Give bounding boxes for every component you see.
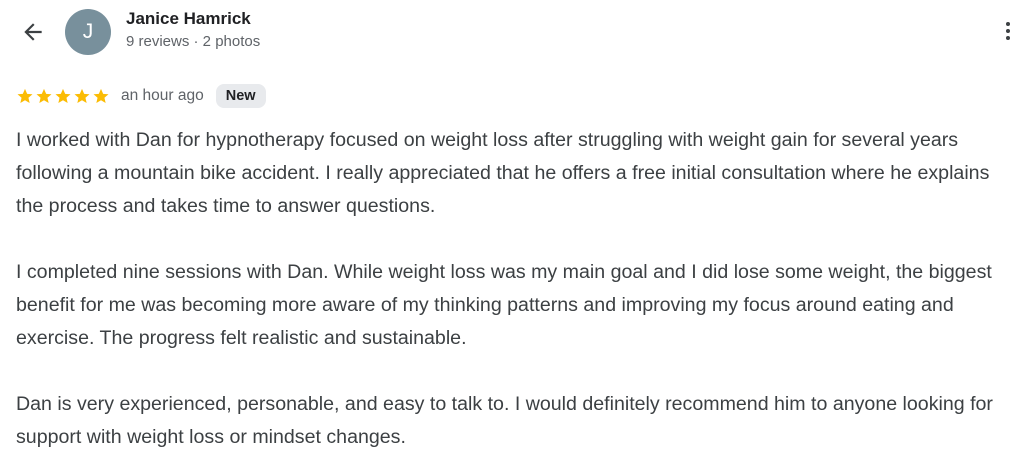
review-detail-page: J Janice Hamrick 9 reviews · 2 photos an… (0, 0, 1024, 462)
more-options-button[interactable] (1000, 16, 1016, 46)
avatar[interactable]: J (65, 9, 111, 55)
star-icon (36, 88, 52, 104)
new-badge: New (215, 84, 266, 108)
star-icon (74, 88, 90, 104)
review-paragraph: Dan is very experienced, personable, and… (16, 393, 993, 448)
review-text: I worked with Dan for hypnotherapy focus… (16, 124, 1020, 454)
review-time: an hour ago (121, 87, 204, 104)
arrow-back-icon (24, 23, 42, 41)
back-button[interactable] (18, 17, 48, 47)
reviewer-meta: 9 reviews · 2 photos (126, 33, 261, 50)
review-paragraph: I worked with Dan for hypnotherapy focus… (16, 129, 990, 217)
star-rating (16, 87, 110, 105)
reviewer-name[interactable]: Janice Hamrick (126, 9, 251, 29)
avatar-initial: J (82, 20, 94, 43)
more-vert-icon (1006, 22, 1010, 26)
star-icon (55, 88, 71, 104)
review-paragraph: I completed nine sessions with Dan. Whil… (16, 261, 992, 349)
star-icon (17, 88, 33, 104)
star-icon (93, 88, 109, 104)
rating-row: an hour ago New (16, 83, 266, 109)
